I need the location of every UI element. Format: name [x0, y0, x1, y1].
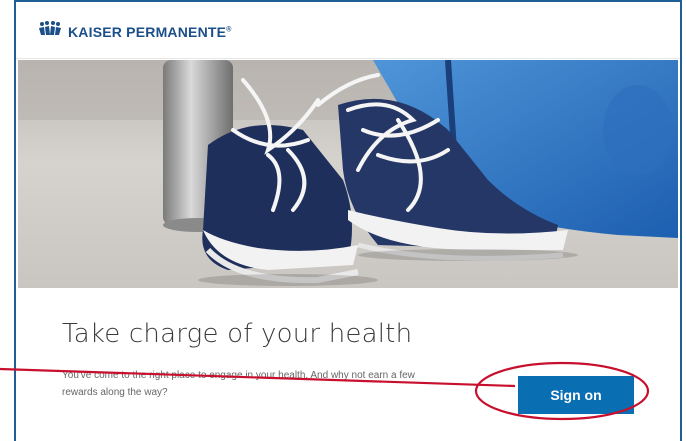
- site-header: KAISER PERMANENTE®: [16, 2, 680, 59]
- page-frame: KAISER PERMANENTE® Take charge of your h…: [14, 0, 682, 441]
- kaiser-people-icon: [38, 21, 62, 42]
- page-intro-text: You've come to the right place to engage…: [62, 370, 415, 398]
- hero-image: [18, 60, 678, 288]
- sneakers-image: [18, 60, 678, 288]
- sign-on-button[interactable]: Sign on: [518, 376, 634, 414]
- brand-name: KAISER PERMANENTE®: [68, 23, 232, 40]
- page-title: Take charge of your health: [62, 319, 413, 349]
- kaiser-logo[interactable]: KAISER PERMANENTE®: [38, 21, 232, 42]
